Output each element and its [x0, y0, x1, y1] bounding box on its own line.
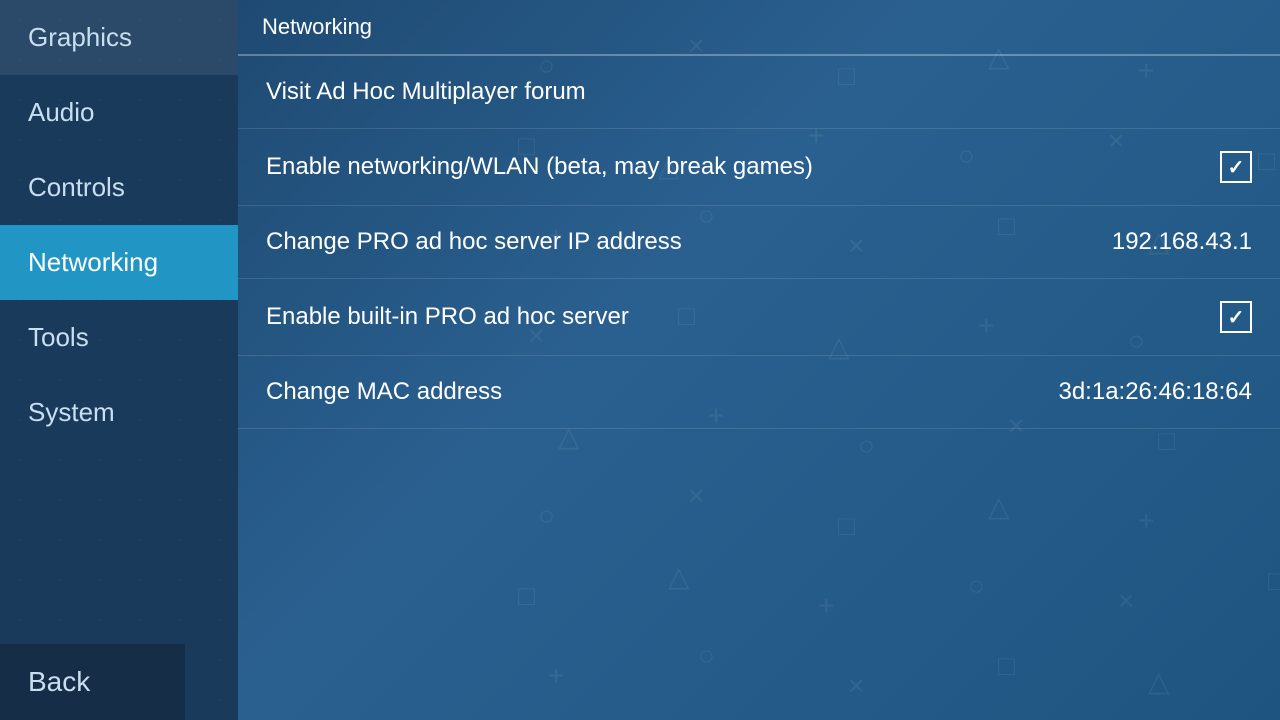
psp-symbol: ○ [968, 570, 985, 602]
back-label: Back [28, 666, 90, 697]
settings-list: Visit Ad Hoc Multiplayer forum Enable net… [238, 56, 1280, 429]
value-change-pro-ip: 192.168.43.1 [1112, 228, 1252, 256]
psp-symbol: × [848, 670, 864, 702]
psp-symbol: □ [1268, 565, 1280, 597]
psp-symbol: □ [1158, 425, 1175, 457]
psp-symbol: △ [1148, 665, 1170, 698]
settings-item-enable-networking[interactable]: Enable networking/WLAN (beta, may break … [238, 129, 1280, 206]
psp-symbol: + [818, 590, 834, 622]
psp-symbol: + [548, 660, 564, 692]
settings-label-enable-pro-server: Enable built-in PRO ad hoc server [266, 303, 1200, 331]
psp-symbol: × [688, 480, 704, 512]
sidebar-item-tools[interactable]: Tools [0, 300, 238, 375]
settings-label-change-mac: Change MAC address [266, 378, 1038, 406]
main-content: ○×□△+○×□△+○×□△+○×□△+○×□△+○×□△+○×□△+○×□△+… [238, 0, 1280, 720]
checkbox-enable-networking[interactable] [1220, 151, 1252, 183]
psp-symbol: □ [838, 510, 855, 542]
psp-symbol: ○ [858, 430, 875, 462]
psp-symbol: □ [998, 650, 1015, 682]
psp-symbol: △ [988, 490, 1010, 523]
settings-item-change-mac[interactable]: Change MAC address 3d:1a:26:46:18:64 [238, 356, 1280, 429]
psp-symbol: △ [668, 560, 690, 593]
settings-label-change-pro-ip: Change PRO ad hoc server IP address [266, 228, 1092, 256]
sidebar-item-graphics[interactable]: Graphics [0, 0, 238, 75]
back-button[interactable]: Back [0, 644, 185, 720]
settings-label-enable-networking: Enable networking/WLAN (beta, may break … [266, 153, 1200, 181]
psp-symbol: × [1118, 585, 1134, 617]
sidebar-item-audio[interactable]: Audio [0, 75, 238, 150]
checkbox-enable-pro-server[interactable] [1220, 301, 1252, 333]
sidebar: GraphicsAudioControlsNetworkingToolsSyst… [0, 0, 238, 720]
psp-symbol: □ [518, 580, 535, 612]
value-change-mac: 3d:1a:26:46:18:64 [1058, 378, 1252, 406]
sidebar-item-controls[interactable]: Controls [0, 150, 238, 225]
psp-symbol: ○ [698, 640, 715, 672]
settings-item-change-pro-ip[interactable]: Change PRO ad hoc server IP address 192.1… [238, 206, 1280, 279]
sidebar-item-system[interactable]: System [0, 375, 238, 450]
psp-symbol: + [1138, 505, 1154, 537]
settings-item-enable-pro-server[interactable]: Enable built-in PRO ad hoc server [238, 279, 1280, 356]
settings-label-visit-adhoc: Visit Ad Hoc Multiplayer forum [266, 78, 1252, 106]
settings-item-visit-adhoc[interactable]: Visit Ad Hoc Multiplayer forum [238, 56, 1280, 129]
psp-symbol: ○ [538, 500, 555, 532]
section-header: Networking [238, 0, 1280, 56]
header-title: Networking [262, 14, 372, 39]
sidebar-item-networking[interactable]: Networking [0, 225, 238, 300]
